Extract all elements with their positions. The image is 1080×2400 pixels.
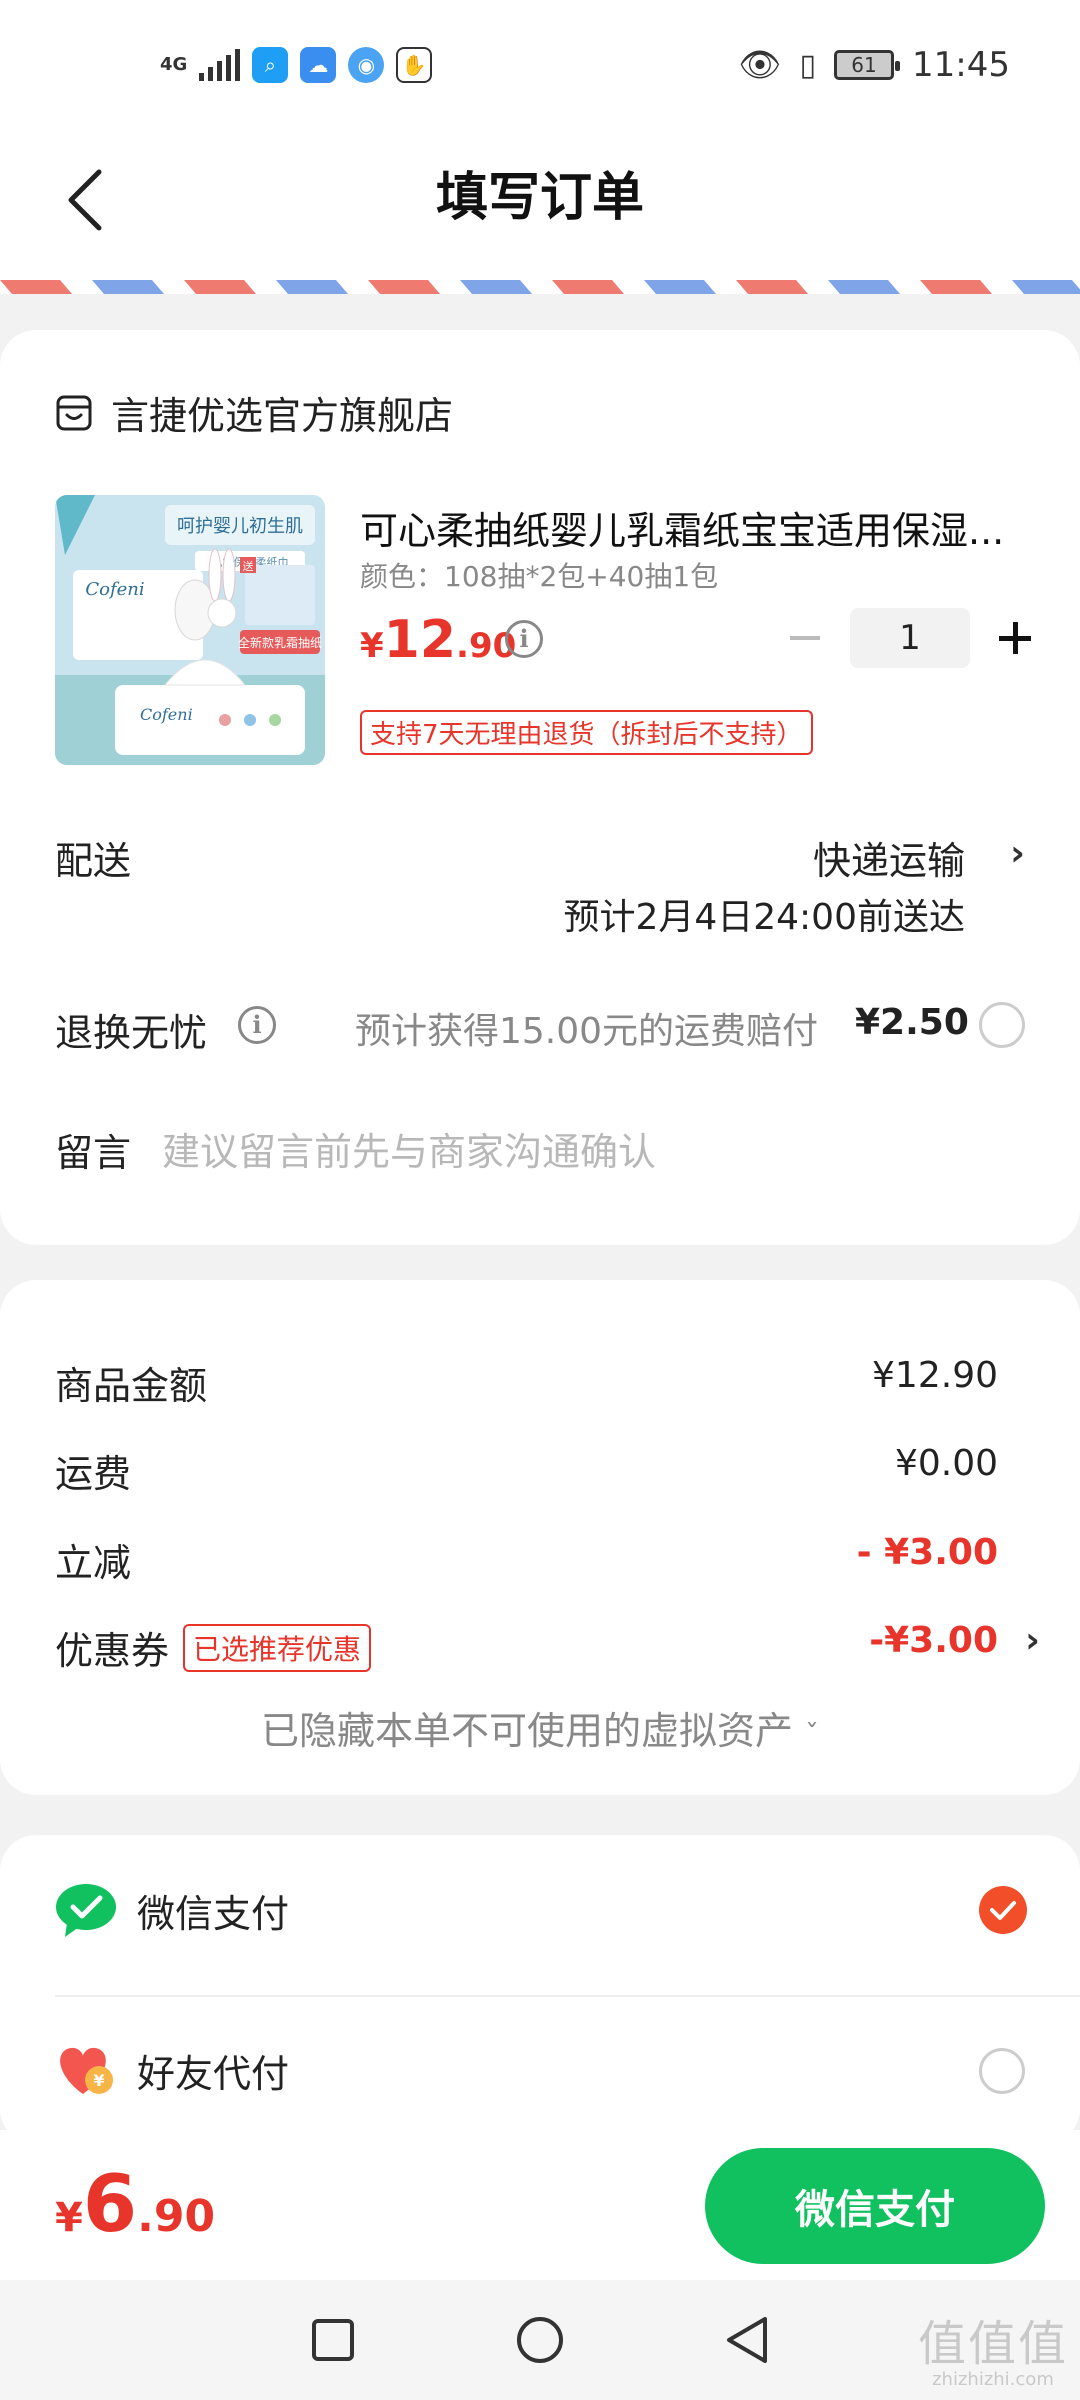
wechat-pay-label: 微信支付 [137, 1891, 290, 1936]
friend-pay-radio[interactable] [979, 2048, 1025, 2094]
message-label: 留言 [55, 1131, 132, 1175]
clock: 11:45 [912, 45, 1010, 85]
heart-pay-icon: ¥ [60, 2047, 113, 2094]
home-icon[interactable] [515, 2315, 565, 2365]
browser-app-icon: ◉ [348, 47, 385, 83]
total-decimal: .90 [137, 2191, 216, 2242]
airmail-stripe [0, 280, 1080, 294]
coupon-value[interactable]: -¥3.00 [869, 1620, 998, 1661]
product-image-brand-2: Cofeni [140, 705, 193, 724]
quantity-value[interactable]: 1 [850, 608, 970, 668]
minus-icon[interactable] [780, 608, 830, 668]
weather-app-icon: ☁ [300, 47, 337, 83]
search-app-icon: ⌕ [252, 47, 289, 83]
network-type: 4G [160, 54, 188, 75]
discount-value: - ¥3.00 [856, 1532, 998, 1573]
status-right: 👁 ▯ 61 11:45 [738, 45, 1010, 85]
product-image-gift: 送 [243, 559, 254, 573]
delivery-method[interactable]: 快递运输 [813, 830, 965, 885]
eye-icon: 👁 [738, 45, 782, 85]
return-policy-badge: 支持7天无理由退货（拆封后不支持） [360, 710, 813, 755]
plus-icon[interactable] [990, 608, 1040, 668]
hidden-assets-toggle[interactable]: 已隐藏本单不可使用的虚拟资产 ˇ [0, 1700, 1080, 1755]
quantity-stepper: 1 [780, 608, 1040, 668]
store-icon [56, 395, 92, 430]
shipping-label: 运费 [55, 1452, 132, 1496]
coupon-badge: 已选推荐优惠 [183, 1623, 372, 1672]
product-price: ¥ 12 .90 [360, 610, 516, 670]
coupon-label: 优惠券 [55, 1629, 170, 1673]
payment-card: 微信支付 ¥ 好友代付 [0, 1835, 1080, 2145]
hidden-assets-text: 已隐藏本单不可使用的虚拟资产 [260, 1709, 793, 1753]
shop-row[interactable]: 言捷优选官方旗舰店 [55, 385, 453, 440]
delivery-label: 配送 [55, 839, 132, 883]
friend-pay-option[interactable]: ¥ 好友代付 [0, 1995, 1080, 2145]
total-currency: ¥ [55, 2195, 83, 2241]
shipping-value: ¥0.00 [894, 1443, 998, 1484]
chevron-down-icon: ˇ [805, 1718, 820, 1751]
total-integer: 6 [82, 2160, 138, 2250]
vibrate-icon: ▯ [799, 47, 817, 83]
page-title: 填写订单 [435, 168, 644, 228]
delivery-eta: 预计2月4日24:00前送达 [563, 897, 965, 938]
wechat-pay-button[interactable]: 微信支付 [705, 2148, 1045, 2264]
chevron-right-icon[interactable]: › [1010, 833, 1025, 874]
signal-icon [199, 49, 241, 81]
recent-apps-icon[interactable] [311, 2318, 355, 2362]
worry-free-price: ¥2.50 [855, 1002, 969, 1043]
worry-free-desc: 预计获得15.00元的运费赔付 [355, 1011, 819, 1052]
total-price: ¥ 6 .90 [55, 2160, 215, 2250]
back-icon[interactable] [725, 2315, 769, 2365]
coupon-chevron-icon[interactable]: › [1025, 1620, 1040, 1661]
product-image[interactable]: 呵护婴儿初生肌 乳霜保湿柔纸巾 Cofeni 全新款乳霜抽纸 送 Cofeni [55, 495, 325, 765]
watermark: 值值值 zhizhizhi.com [918, 2319, 1068, 2390]
system-nav: 值值值 zhizhizhi.com [0, 2280, 1080, 2400]
product-image-headline: 呵护婴儿初生肌 [177, 516, 303, 537]
status-left: 4G ⌕ ☁ ◉ ✋ [160, 47, 433, 83]
header: 填写订单 [0, 130, 1080, 280]
battery-icon: 61 [834, 50, 901, 80]
friend-pay-label: 好友代付 [137, 2051, 290, 2096]
product-image-promo: 全新款乳霜抽纸 [238, 635, 322, 650]
price-currency: ¥ [360, 626, 384, 666]
product-title[interactable]: 可心柔抽纸婴儿乳霜纸宝宝适用保湿... [360, 500, 1030, 555]
wechat-pay-icon [56, 1884, 116, 1937]
fee-card: 商品金额 ¥12.90 运费 ¥0.00 立减 - ¥3.00 优惠券 已选推荐… [0, 1280, 1080, 1795]
product-spec[interactable]: 颜色：108抽*2包+40抽1包 [360, 555, 718, 595]
heart-pay-currency: ¥ [93, 2071, 104, 2090]
worry-free-label: 退换无忧 [55, 1011, 208, 1055]
shop-name: 言捷优选官方旗舰店 [111, 394, 454, 438]
checkmark-icon[interactable] [979, 1886, 1027, 1934]
watermark-logo: 值值值 [917, 2316, 1068, 2372]
goods-amount-value: ¥12.90 [872, 1355, 998, 1396]
goods-amount-label: 商品金额 [55, 1364, 208, 1408]
status-bar: 4G ⌕ ☁ ◉ ✋ 👁 ▯ 61 11:45 [0, 0, 1080, 130]
worry-free-radio[interactable] [979, 1002, 1025, 1048]
product-image-brand: Cofeni [85, 579, 144, 600]
watermark-url: zhizhizhi.com [932, 2369, 1054, 2390]
message-input[interactable] [162, 1122, 1022, 1182]
hand-app-icon: ✋ [396, 47, 433, 83]
order-card: 言捷优选官方旗舰店 呵护婴儿初生肌 乳霜保湿柔纸巾 Cofeni 全新款乳霜抽纸… [0, 330, 1080, 1245]
wechat-pay-option[interactable]: 微信支付 [0, 1835, 1080, 1985]
coupon-row[interactable]: 优惠券 已选推荐优惠 [55, 1620, 372, 1675]
price-integer: 12 [383, 610, 457, 670]
airmail-border [0, 280, 1080, 294]
discount-label: 立减 [55, 1541, 132, 1585]
checkout-bar: ¥ 6 .90 微信支付 [0, 2130, 1080, 2280]
price-info-icon[interactable]: i [505, 620, 543, 658]
worry-free-info-icon[interactable]: i [238, 1006, 276, 1044]
